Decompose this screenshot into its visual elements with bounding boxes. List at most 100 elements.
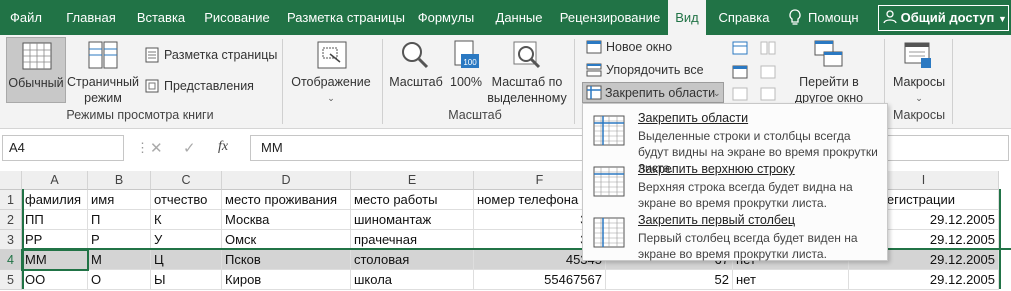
share-label: Общий доступ — [900, 10, 995, 25]
cell-i5[interactable]: 29.12.2005 — [849, 270, 999, 290]
tab-home[interactable]: Главная — [58, 0, 124, 35]
custom-views-button[interactable]: Представления — [145, 77, 255, 95]
reset-window-position-icon[interactable] — [760, 87, 776, 101]
tab-help[interactable]: Справка — [714, 0, 774, 35]
freeze-panes-menu: Закрепить области Выделенные строки и сто… — [582, 103, 888, 261]
cancel-icon[interactable]: ✕ — [150, 139, 163, 157]
menu-option-description: Первый столбец всегда будет виден на экр… — [638, 231, 858, 261]
cell-d4[interactable]: Псков — [222, 250, 351, 270]
macros-button[interactable]: Макросы ⌄ — [888, 37, 950, 103]
tab-page-layout[interactable]: Разметка страницы — [281, 0, 411, 35]
show-label: Отображение — [291, 75, 371, 89]
tab-view[interactable]: Вид — [668, 0, 706, 35]
freeze-line — [999, 189, 1001, 289]
cell-h5[interactable]: нет — [733, 270, 849, 290]
new-window-icon — [586, 40, 602, 54]
hide-window-icon[interactable] — [732, 65, 748, 79]
cell-d5[interactable]: Киров — [222, 270, 351, 290]
ribbon-separator — [574, 39, 575, 124]
cell-a1[interactable]: фамилия — [22, 190, 88, 210]
cell-b1[interactable]: имя — [88, 190, 151, 210]
tab-insert[interactable]: Вставка — [134, 0, 188, 35]
freeze-top-row-icon — [593, 166, 625, 197]
tab-draw[interactable]: Рисование — [198, 0, 276, 35]
tab-data[interactable]: Данные — [488, 0, 550, 35]
cell-b5[interactable]: О — [88, 270, 151, 290]
active-cell-outline — [21, 249, 89, 271]
cell-e3[interactable]: прачечная — [351, 230, 474, 250]
zoom-100-label: 100% — [450, 75, 482, 89]
synchronous-scrolling-icon[interactable] — [760, 65, 776, 79]
freeze-top-row-option[interactable]: Закрепить верхнюю строку Верхняя строка в… — [583, 158, 887, 210]
split-icon[interactable] — [732, 41, 748, 55]
cell-f5[interactable]: 55467567 — [474, 270, 606, 290]
cell-d1[interactable]: место проживания — [222, 190, 351, 210]
cell-d3[interactable]: Омск — [222, 230, 351, 250]
enter-check-icon[interactable]: ✓ — [183, 139, 196, 157]
freeze-first-column-option[interactable]: Закрепить первый столбец Первый столбец в… — [583, 209, 887, 261]
cell-e4[interactable]: столовая — [351, 250, 474, 270]
row-header-4[interactable]: 4 — [0, 250, 22, 270]
switch-windows-icon — [814, 40, 843, 67]
cell-d2[interactable]: Москва — [222, 210, 351, 230]
column-header-d[interactable]: D — [222, 171, 351, 190]
menu-option-description: Верхняя строка всегда будет видна на экр… — [638, 180, 853, 210]
cell-b4[interactable]: М — [88, 250, 151, 270]
cell-b2[interactable]: П — [88, 210, 151, 230]
cell-e2[interactable]: шиномантаж — [351, 210, 474, 230]
cell-c4[interactable]: Ц — [151, 250, 222, 270]
group-label-macros: Макросы — [892, 108, 946, 122]
cell-a3[interactable]: РР — [22, 230, 88, 250]
normal-view-button[interactable]: Обычный — [6, 37, 66, 103]
unhide-window-icon[interactable] — [732, 87, 748, 101]
freeze-panes-option[interactable]: Закрепить области Выделенные строки и сто… — [583, 107, 887, 175]
select-all-corner[interactable] — [0, 171, 22, 190]
show-button[interactable]: Отображение ⌄ — [286, 37, 376, 103]
cell-e5[interactable]: школа — [351, 270, 474, 290]
cell-e1[interactable]: место работы — [351, 190, 474, 210]
name-box[interactable]: A4 — [2, 135, 124, 161]
cell-a5[interactable]: ОО — [22, 270, 88, 290]
group-label-zoom: Масштаб — [448, 108, 502, 122]
insert-function-icon[interactable]: fx — [218, 139, 228, 155]
view-side-by-side-icon[interactable] — [760, 41, 776, 55]
tab-tell-me[interactable]: Помощн — [808, 0, 870, 35]
row-header-5[interactable]: 5 — [0, 270, 22, 290]
share-button[interactable]: Общий доступ ▼ — [878, 5, 1009, 31]
column-header-e[interactable]: E — [351, 171, 474, 190]
switch-windows-button[interactable]: Перейти в другое окно — [784, 37, 874, 105]
zoom-selection-label-2: выделенному — [487, 91, 567, 105]
arrange-all-button[interactable]: Упорядочить все — [584, 61, 714, 79]
tab-review[interactable]: Рецензирование — [558, 0, 662, 35]
zoom-100-button[interactable]: 100 100% — [448, 37, 484, 103]
group-label-workbook-views: Режимы просмотра книги — [66, 108, 214, 122]
freeze-panes-option-icon — [593, 115, 625, 146]
new-window-button[interactable]: Новое окно — [584, 38, 714, 56]
column-header-b[interactable]: B — [88, 171, 151, 190]
cell-c1[interactable]: отчество — [151, 190, 222, 210]
zoom-to-selection-button[interactable]: Масштаб по выделенному — [486, 37, 568, 105]
row-header-2[interactable]: 2 — [0, 210, 22, 230]
page-break-view-button[interactable]: Страничный режим — [66, 37, 140, 105]
cell-c5[interactable]: Ы — [151, 270, 222, 290]
cell-c2[interactable]: К — [151, 210, 222, 230]
macros-icon — [904, 42, 931, 68]
freeze-panes-icon — [586, 85, 602, 100]
row-header-1[interactable]: 1 — [0, 190, 22, 210]
freeze-panes-button[interactable]: Закрепить области ⌄ — [582, 82, 724, 103]
formula-buttons: ⋮ ✕ ✓ fx — [136, 135, 246, 161]
cell-g5[interactable]: 52 — [606, 270, 733, 290]
row-header-3[interactable]: 3 — [0, 230, 22, 250]
cell-b3[interactable]: Р — [88, 230, 151, 250]
freeze-panes-label: Закрепить области — [605, 86, 716, 100]
cell-a2[interactable]: ПП — [22, 210, 88, 230]
normal-view-label: Обычный — [8, 76, 64, 90]
zoom-button[interactable]: Масштаб — [386, 37, 446, 103]
page-layout-button[interactable]: Разметка страницы — [145, 46, 277, 64]
cell-c3[interactable]: У — [151, 230, 222, 250]
tab-file[interactable]: Файл — [6, 0, 46, 35]
column-header-a[interactable]: A — [22, 171, 88, 190]
tab-formulas[interactable]: Формулы — [412, 0, 480, 35]
arrange-all-icon — [586, 63, 602, 77]
column-header-c[interactable]: C — [151, 171, 222, 190]
